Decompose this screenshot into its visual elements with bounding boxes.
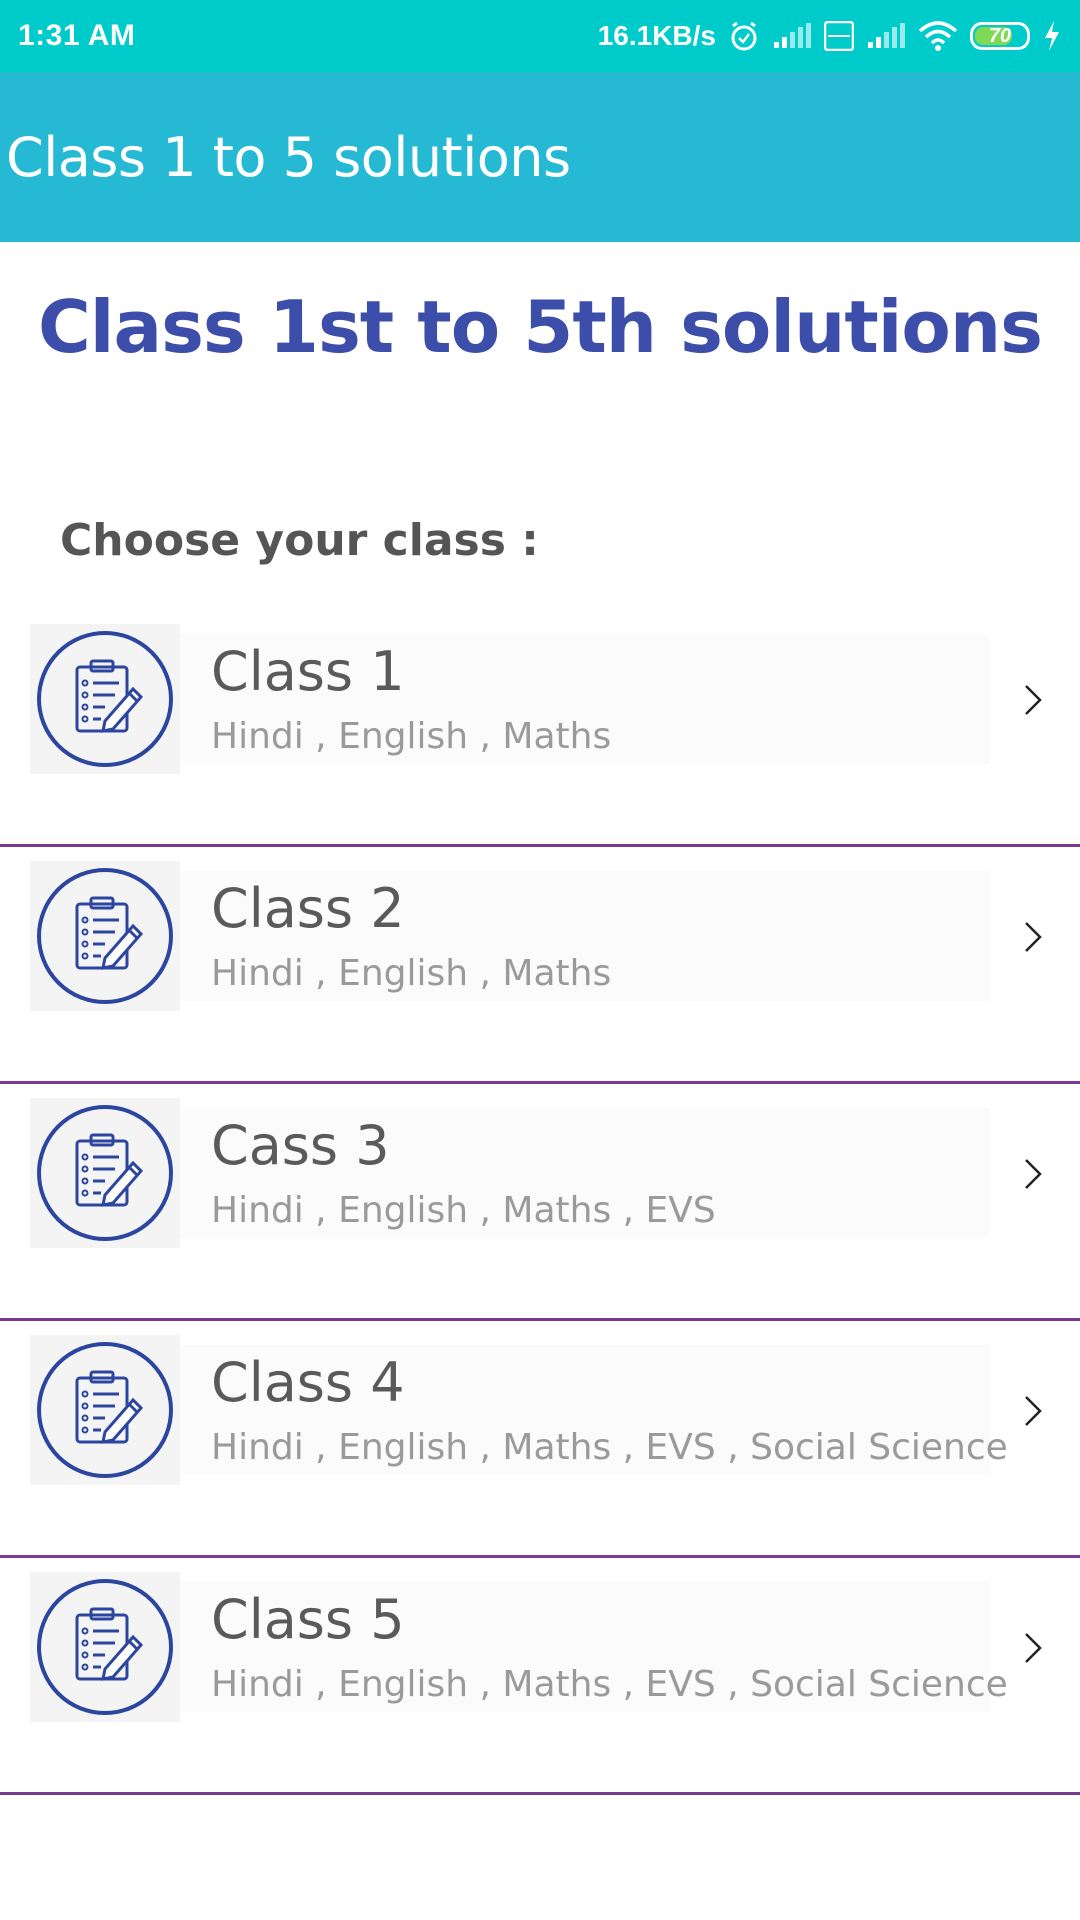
volte-icon: [824, 21, 854, 51]
class-item-subjects: Hindi , English , Maths: [211, 953, 612, 994]
charging-icon: [1042, 20, 1062, 52]
status-icons: 16.1KB/s 70: [598, 20, 1062, 52]
clipboard-edit-icon: [30, 1572, 180, 1722]
battery-percent: 70: [988, 24, 1012, 47]
signal-icon: [866, 22, 906, 50]
class-item-title: Class 5: [211, 1588, 405, 1651]
wifi-icon: [918, 21, 958, 51]
clipboard-edit-icon: [30, 624, 180, 774]
class-item-title: Class 2: [211, 877, 405, 940]
status-time: 1:31 AM: [18, 19, 136, 52]
app-bar: Class 1 to 5 solutions: [0, 72, 1080, 242]
clipboard-edit-icon: [30, 861, 180, 1011]
class-item-subjects: Hindi , English , Maths , EVS , Social S…: [211, 1427, 1008, 1468]
class-item-2[interactable]: Class 2 Hindi , English , Maths: [0, 847, 1080, 1084]
class-item-subjects: Hindi , English , Maths , EVS: [211, 1190, 716, 1231]
class-item-title: Class 1: [211, 640, 405, 703]
chevron-right-icon: [1025, 1159, 1042, 1189]
app-title: Class 1 to 5 solutions: [6, 125, 571, 189]
class-item-subjects: Hindi , English , Maths , EVS , Social S…: [211, 1664, 1008, 1705]
chevron-right-icon: [1025, 1396, 1042, 1426]
status-bar: 1:31 AM 16.1KB/s 70: [0, 0, 1080, 72]
choose-class-label: Choose your class :: [60, 515, 539, 566]
chevron-right-icon: [1025, 685, 1042, 715]
class-item-subjects: Hindi , English , Maths: [211, 716, 612, 757]
class-list: Class 1 Hindi , English , Maths Class 2 …: [0, 610, 1080, 1795]
alarm-icon: [728, 20, 760, 52]
battery-icon: 70: [970, 22, 1030, 50]
clipboard-edit-icon: [30, 1098, 180, 1248]
class-item-4[interactable]: Class 4 Hindi , English , Maths , EVS , …: [0, 1321, 1080, 1558]
chevron-right-icon: [1025, 1633, 1042, 1663]
network-speed: 16.1KB/s: [597, 20, 716, 51]
chevron-right-icon: [1025, 922, 1042, 952]
signal-icon: [772, 22, 812, 50]
clipboard-edit-icon: [30, 1335, 180, 1485]
page-heading: Class 1st to 5th solutions: [37, 285, 1043, 369]
class-item-5[interactable]: Class 5 Hindi , English , Maths , EVS , …: [0, 1558, 1080, 1795]
class-item-title: Cass 3: [211, 1114, 390, 1177]
class-item-3[interactable]: Cass 3 Hindi , English , Maths , EVS: [0, 1084, 1080, 1321]
class-item-title: Class 4: [211, 1351, 405, 1414]
class-item-1[interactable]: Class 1 Hindi , English , Maths: [0, 610, 1080, 847]
